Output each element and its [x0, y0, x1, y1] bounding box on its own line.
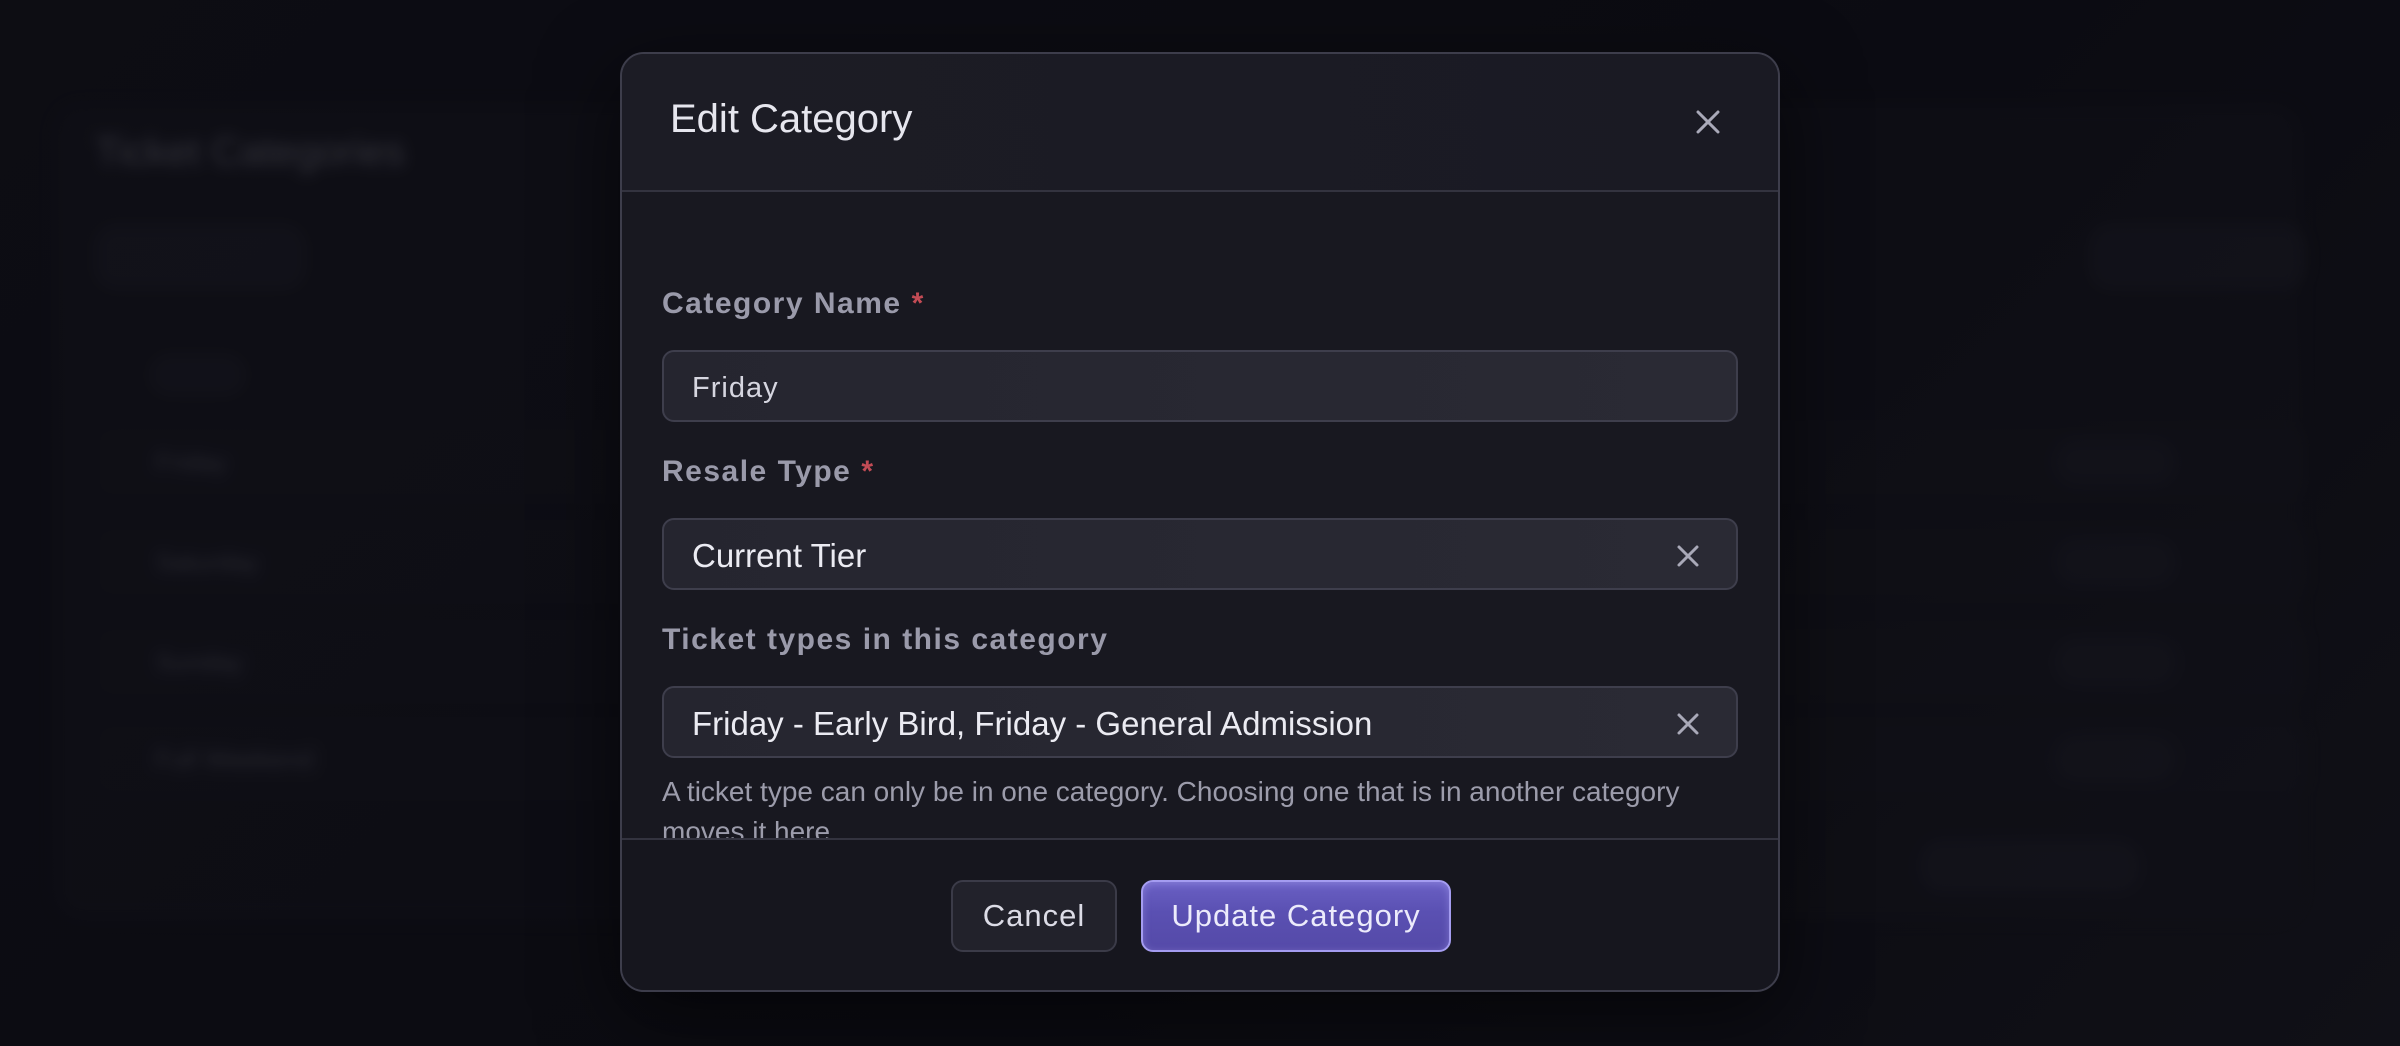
required-marker: * — [861, 455, 875, 488]
dialog-title: Edit Category — [670, 97, 913, 141]
edit-category-dialog: Edit Category Category Name* Resale Type… — [620, 52, 1780, 992]
clear-icon — [1677, 545, 1699, 567]
category-name-field[interactable] — [662, 350, 1738, 422]
category-name-label: Category Name * — [662, 287, 925, 320]
ticket-types-value: Friday - Early Bird, Friday - General Ad… — [692, 705, 1373, 742]
resale-type-label: Resale Type * — [662, 455, 875, 488]
ticket-types-clear-button[interactable] — [1674, 710, 1702, 738]
required-marker: * — [911, 287, 925, 320]
cancel-button[interactable]: Cancel — [951, 880, 1117, 952]
close-button[interactable] — [1688, 102, 1728, 142]
category-name-input[interactable] — [692, 372, 1592, 405]
dialog-footer: Cancel Update Category — [622, 838, 1778, 990]
update-category-button[interactable]: Update Category — [1141, 880, 1451, 952]
dialog-header: Edit Category — [622, 54, 1778, 192]
resale-type-value: Current Tier — [692, 537, 867, 574]
close-icon — [1696, 110, 1720, 134]
resale-type-select[interactable]: Current Tier — [662, 518, 1738, 590]
ticket-types-label: Ticket types in this category — [662, 623, 1109, 656]
dialog-body: Category Name* Resale Type* Current Tier — [622, 192, 1778, 892]
ticket-types-select[interactable]: Friday - Early Bird, Friday - General Ad… — [662, 686, 1738, 758]
clear-icon — [1677, 713, 1699, 735]
app-screen: Ticket Categories Friday Saturday Sunday… — [0, 0, 2400, 1046]
resale-type-clear-button[interactable] — [1674, 542, 1702, 570]
